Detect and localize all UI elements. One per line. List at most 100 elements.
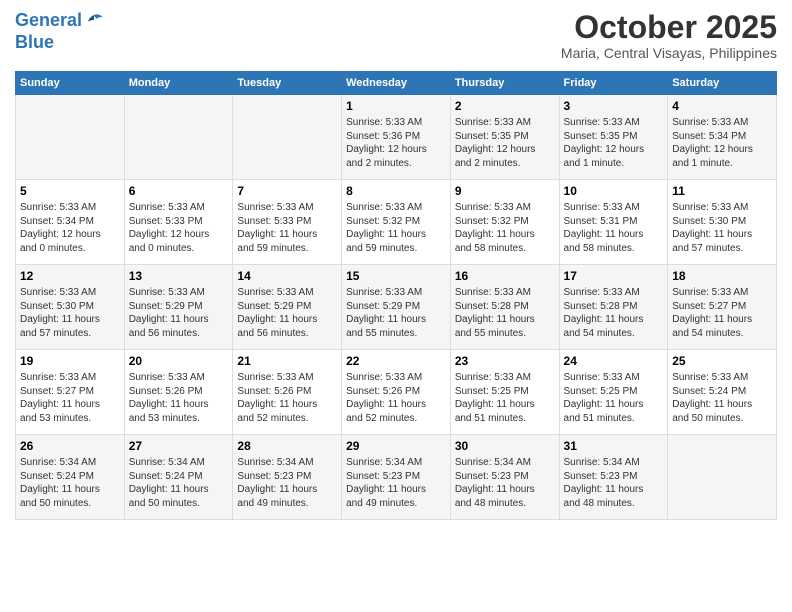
table-cell: 28Sunrise: 5:34 AM Sunset: 5:23 PM Dayli… [233,435,342,520]
table-cell: 29 Sunrise: 5:34 AM Sunset: 5:23 PM Dayli… [342,435,451,520]
week-row-1: 1Sunrise: 5:33 AM Sunset: 5:36 PM Daylig… [16,95,777,180]
day-number: 25 [672,354,772,368]
day-info: Sunrise: 5:34 AM Sunset: 5:23 PM Dayligh… [564,456,664,510]
table-cell: 22 Sunrise: 5:33 AM Sunset: 5:26 PM Dayli… [342,350,451,435]
table-cell: 8 Sunrise: 5:33 AM Sunset: 5:32 PM Daylig… [342,180,451,265]
day-number: 24 [564,354,664,368]
table-cell: 7 Sunrise: 5:33 AM Sunset: 5:33 PM Daylig… [233,180,342,265]
table-cell: 9 Sunrise: 5:33 AM Sunset: 5:32 PM Daylig… [450,180,559,265]
day-number: 6 [129,184,229,198]
day-number: 23 [455,354,555,368]
table-cell: 2 Sunrise: 5:33 AM Sunset: 5:35 PM Daylig… [450,95,559,180]
header-friday: Friday [559,72,668,95]
day-info: Sunrise: 5:33 AM Sunset: 5:36 PM Dayligh… [346,116,446,170]
table-cell: 26Sunrise: 5:34 AM Sunset: 5:24 PM Dayli… [16,435,125,520]
day-number: 29 [346,439,446,453]
day-number: 15 [346,269,446,283]
table-cell: 18Sunrise: 5:33 AM Sunset: 5:27 PM Dayli… [668,265,777,350]
day-info: Sunrise: 5:33 AM Sunset: 5:27 PM Dayligh… [672,286,772,340]
table-cell: 21 Sunrise: 5:33 AM Sunset: 5:26 PM Dayli… [233,350,342,435]
logo: General Blue [15,10,105,53]
day-number: 5 [20,184,120,198]
day-info: Sunrise: 5:33 AM Sunset: 5:35 PM Dayligh… [455,116,555,170]
day-info: Sunrise: 5:34 AM Sunset: 5:24 PM Dayligh… [20,456,120,510]
day-info: Sunrise: 5:33 AM Sunset: 5:30 PM Dayligh… [20,286,120,340]
week-row-3: 12 Sunrise: 5:33 AM Sunset: 5:30 PM Dayli… [16,265,777,350]
header-saturday: Saturday [668,72,777,95]
day-number: 30 [455,439,555,453]
table-cell [668,435,777,520]
table-cell: 16 Sunrise: 5:33 AM Sunset: 5:28 PM Dayli… [450,265,559,350]
day-info: Sunrise: 5:33 AM Sunset: 5:30 PM Dayligh… [672,201,772,255]
day-info: Sunrise: 5:33 AM Sunset: 5:32 PM Dayligh… [346,201,446,255]
table-cell [124,95,233,180]
header-monday: Monday [124,72,233,95]
table-cell: 3Sunrise: 5:33 AM Sunset: 5:35 PM Daylig… [559,95,668,180]
table-cell: 19 Sunrise: 5:33 AM Sunset: 5:27 PM Dayli… [16,350,125,435]
days-header-row: Sunday Monday Tuesday Wednesday Thursday… [16,72,777,95]
table-cell [16,95,125,180]
header-wednesday: Wednesday [342,72,451,95]
day-number: 11 [672,184,772,198]
table-cell: 13 Sunrise: 5:33 AM Sunset: 5:29 PM Dayli… [124,265,233,350]
table-cell [233,95,342,180]
table-cell: 11 Sunrise: 5:33 AM Sunset: 5:30 PM Dayli… [668,180,777,265]
day-info: Sunrise: 5:33 AM Sunset: 5:26 PM Dayligh… [237,371,337,425]
table-cell: 20 Sunrise: 5:33 AM Sunset: 5:26 PM Dayli… [124,350,233,435]
day-info: Sunrise: 5:33 AM Sunset: 5:34 PM Dayligh… [672,116,772,170]
day-number: 10 [564,184,664,198]
week-row-4: 19 Sunrise: 5:33 AM Sunset: 5:27 PM Dayli… [16,350,777,435]
day-info: Sunrise: 5:33 AM Sunset: 5:29 PM Dayligh… [129,286,229,340]
day-info: Sunrise: 5:33 AM Sunset: 5:34 PM Dayligh… [20,201,120,255]
day-number: 7 [237,184,337,198]
day-number: 8 [346,184,446,198]
week-row-5: 26Sunrise: 5:34 AM Sunset: 5:24 PM Dayli… [16,435,777,520]
table-cell: 1Sunrise: 5:33 AM Sunset: 5:36 PM Daylig… [342,95,451,180]
day-info: Sunrise: 5:33 AM Sunset: 5:26 PM Dayligh… [129,371,229,425]
table-cell: 5 Sunrise: 5:33 AM Sunset: 5:34 PM Daylig… [16,180,125,265]
table-cell: 17Sunrise: 5:33 AM Sunset: 5:28 PM Dayli… [559,265,668,350]
logo-bird-icon [83,11,105,31]
day-info: Sunrise: 5:34 AM Sunset: 5:23 PM Dayligh… [346,456,446,510]
day-info: Sunrise: 5:33 AM Sunset: 5:26 PM Dayligh… [346,371,446,425]
header-tuesday: Tuesday [233,72,342,95]
day-info: Sunrise: 5:33 AM Sunset: 5:35 PM Dayligh… [564,116,664,170]
day-info: Sunrise: 5:34 AM Sunset: 5:23 PM Dayligh… [237,456,337,510]
day-info: Sunrise: 5:33 AM Sunset: 5:28 PM Dayligh… [455,286,555,340]
table-cell: 27Sunrise: 5:34 AM Sunset: 5:24 PM Dayli… [124,435,233,520]
day-info: Sunrise: 5:33 AM Sunset: 5:29 PM Dayligh… [346,286,446,340]
day-number: 16 [455,269,555,283]
week-row-2: 5 Sunrise: 5:33 AM Sunset: 5:34 PM Daylig… [16,180,777,265]
day-number: 13 [129,269,229,283]
day-info: Sunrise: 5:33 AM Sunset: 5:33 PM Dayligh… [237,201,337,255]
day-number: 2 [455,99,555,113]
day-number: 4 [672,99,772,113]
table-cell: 12 Sunrise: 5:33 AM Sunset: 5:30 PM Dayli… [16,265,125,350]
page-container: General Blue October 2025 Maria, Central… [0,0,792,530]
table-cell: 31Sunrise: 5:34 AM Sunset: 5:23 PM Dayli… [559,435,668,520]
day-number: 19 [20,354,120,368]
day-number: 20 [129,354,229,368]
header: General Blue October 2025 Maria, Central… [15,10,777,61]
table-cell: 24Sunrise: 5:33 AM Sunset: 5:25 PM Dayli… [559,350,668,435]
header-sunday: Sunday [16,72,125,95]
day-info: Sunrise: 5:33 AM Sunset: 5:28 PM Dayligh… [564,286,664,340]
title-area: October 2025 Maria, Central Visayas, Phi… [561,10,777,61]
day-info: Sunrise: 5:34 AM Sunset: 5:24 PM Dayligh… [129,456,229,510]
month-title: October 2025 [561,10,777,45]
logo-text-general: General [15,10,82,32]
day-number: 21 [237,354,337,368]
table-cell: 14Sunrise: 5:33 AM Sunset: 5:29 PM Dayli… [233,265,342,350]
day-number: 9 [455,184,555,198]
day-number: 12 [20,269,120,283]
table-cell: 4 Sunrise: 5:33 AM Sunset: 5:34 PM Daylig… [668,95,777,180]
calendar-table: Sunday Monday Tuesday Wednesday Thursday… [15,71,777,520]
day-number: 22 [346,354,446,368]
day-info: Sunrise: 5:33 AM Sunset: 5:33 PM Dayligh… [129,201,229,255]
table-cell: 10Sunrise: 5:33 AM Sunset: 5:31 PM Dayli… [559,180,668,265]
table-cell: 30 Sunrise: 5:34 AM Sunset: 5:23 PM Dayli… [450,435,559,520]
day-info: Sunrise: 5:34 AM Sunset: 5:23 PM Dayligh… [455,456,555,510]
header-thursday: Thursday [450,72,559,95]
day-info: Sunrise: 5:33 AM Sunset: 5:27 PM Dayligh… [20,371,120,425]
day-info: Sunrise: 5:33 AM Sunset: 5:32 PM Dayligh… [455,201,555,255]
